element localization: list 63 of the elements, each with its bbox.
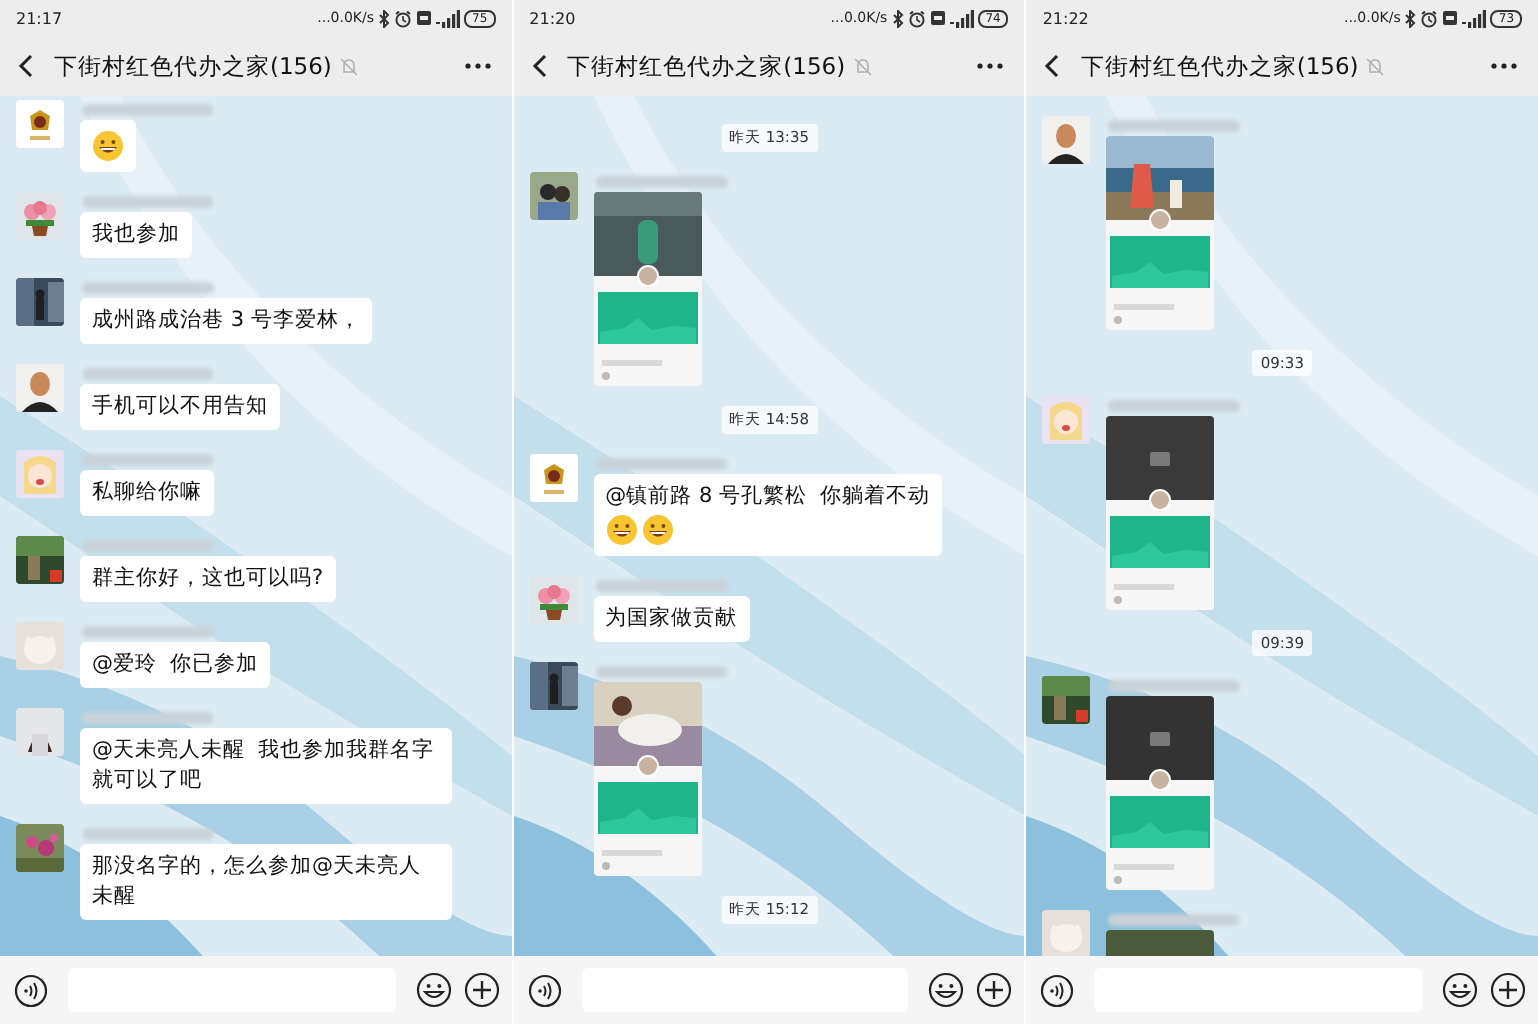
blurred-sender-name (1108, 914, 1241, 926)
sim-card-icon (929, 10, 946, 26)
grinning-face-icon (92, 130, 124, 162)
signal-icon (1462, 9, 1487, 27)
blurred-sender-name (1108, 400, 1241, 412)
message-text: @天未亮人未醒 我也参加我群名字就可以了吧 (92, 736, 437, 796)
message-text: 为国家做贡献 (605, 604, 738, 634)
chat-title: 下街村红色代办之家(156) (567, 51, 846, 81)
blurred-sender-name (82, 712, 214, 724)
blurred-sender-name (595, 458, 728, 470)
blurred-sender-name (82, 196, 214, 208)
blurred-sender-name (82, 828, 214, 840)
emoji-icon[interactable] (1442, 972, 1479, 1008)
voice-icon[interactable] (527, 973, 562, 1007)
emoji-icon[interactable] (415, 972, 452, 1008)
more-icon[interactable] (976, 62, 1005, 70)
bluetooth-icon (378, 9, 391, 27)
blurred-sender-name (595, 176, 728, 188)
voice-icon[interactable] (1040, 973, 1075, 1007)
blurred-sender-name (1108, 680, 1241, 692)
blurred-sender-name (82, 540, 214, 552)
blurred-sender-name (82, 368, 214, 380)
blurred-sender-name (82, 626, 214, 638)
message-text: @镇前路 8 号孔繁松 你躺着不动 (605, 482, 931, 512)
back-icon[interactable] (531, 54, 548, 78)
alarm-icon (394, 9, 413, 27)
more-icon[interactable] (463, 62, 492, 70)
sim-card-icon (1442, 10, 1459, 26)
chat-title: 下街村红色代办之家(156) (1080, 51, 1359, 81)
bluetooth-icon (1404, 9, 1417, 27)
message-text: 成州路成治巷 3 号李爱林， (92, 306, 361, 336)
signal-icon (949, 9, 974, 27)
message-text: 私聊给你嘛 (92, 478, 202, 508)
bluetooth-icon (891, 9, 904, 27)
sim-card-icon (416, 10, 433, 26)
voice-icon[interactable] (14, 973, 48, 1007)
message-text: 那没名字的，怎么参加@天未亮人未醒 (92, 852, 423, 912)
clock-time: 21:17 (16, 9, 63, 27)
message-text: 群主你好，这也可以吗? (92, 564, 324, 594)
message-text: 我也参加 (92, 220, 180, 250)
alarm-icon (907, 9, 926, 27)
plus-icon[interactable] (463, 972, 500, 1008)
message-text: 手机可以不用告知 (92, 392, 268, 422)
clock-time: 21:20 (529, 9, 576, 27)
grinning-face-icon (641, 514, 674, 546)
emoji-icon[interactable] (928, 972, 965, 1008)
back-icon[interactable] (1044, 54, 1061, 78)
message-text: @爱玲 你已参加 (92, 650, 259, 680)
back-icon[interactable] (18, 54, 34, 78)
clock-time: 21:22 (1042, 9, 1089, 27)
blurred-sender-name (82, 104, 214, 116)
plus-icon[interactable] (1490, 972, 1527, 1008)
blurred-sender-name (82, 282, 214, 294)
blurred-sender-name (595, 666, 728, 678)
blurred-sender-name (595, 580, 728, 592)
plus-icon[interactable] (976, 972, 1013, 1008)
chat-title: 下街村红色代办之家(156) (54, 51, 332, 81)
blurred-sender-name (1108, 120, 1241, 132)
more-icon[interactable] (1490, 62, 1519, 70)
signal-icon (436, 9, 461, 27)
blurred-sender-name (82, 454, 214, 466)
grinning-face-icon (605, 514, 638, 546)
alarm-icon (1420, 9, 1439, 27)
